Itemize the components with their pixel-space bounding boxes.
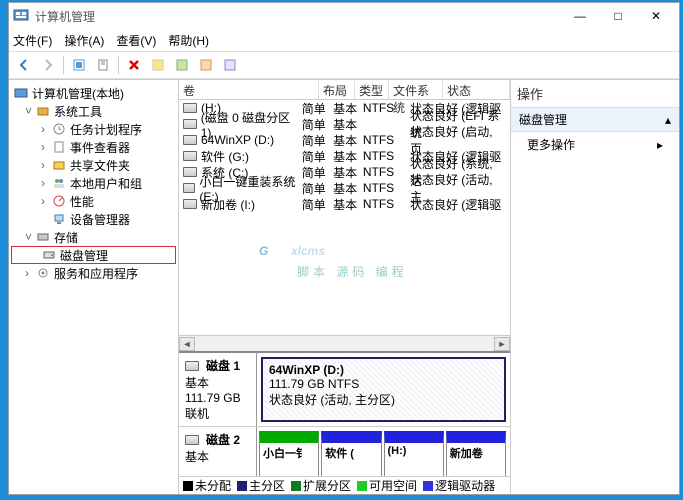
close-button[interactable]: ✕ xyxy=(637,3,675,29)
menubar: 文件(F) 操作(A) 查看(V) 帮助(H) xyxy=(9,29,679,51)
part-cell[interactable]: 软件 ( xyxy=(321,431,381,476)
actions-pane: 操作 磁盘管理▴ 更多操作▸ xyxy=(511,80,679,494)
refresh-button[interactable] xyxy=(92,54,114,76)
actions-header: 操作 xyxy=(511,80,679,108)
tree-storage[interactable]: ˅存储 xyxy=(11,228,176,246)
delete-icon[interactable] xyxy=(123,54,145,76)
tree-events[interactable]: ›事件查看器 xyxy=(11,138,176,156)
part-cell[interactable]: 小白一钅 xyxy=(259,431,319,476)
nav-tree: 计算机管理(本地) ˅系统工具 ›任务计划程序 ›事件查看器 ›共享文件夹 ›本… xyxy=(9,80,179,494)
forward-button[interactable] xyxy=(37,54,59,76)
help-icon[interactable] xyxy=(219,54,241,76)
legend: 未分配 主分区 扩展分区 可用空间 逻辑驱动器 xyxy=(179,476,510,494)
maximize-button[interactable]: □ xyxy=(599,3,637,29)
volume-row[interactable]: 新加卷 (I:)简单基本NTFS状态良好 (逻辑驱 xyxy=(179,196,510,212)
tree-devmgr[interactable]: 设备管理器 xyxy=(11,210,176,228)
col-layout[interactable]: 布局 xyxy=(319,80,355,99)
titlebar: 计算机管理 — □ ✕ xyxy=(9,3,679,29)
chevron-right-icon: ▸ xyxy=(657,138,663,152)
disk1-online: 联机 xyxy=(185,405,250,422)
col-status[interactable]: 状态 xyxy=(443,80,510,99)
col-volume[interactable]: 卷 xyxy=(179,80,319,99)
part-cell[interactable]: 新加卷 xyxy=(446,431,506,476)
menu-file[interactable]: 文件(F) xyxy=(13,32,52,49)
volume-icon xyxy=(183,151,197,161)
volume-icon xyxy=(183,119,197,129)
disk2-type: 基本 xyxy=(185,448,250,465)
prop3-icon[interactable] xyxy=(195,54,217,76)
center-pane: 卷 布局 类型 文件系统 状态 (H:)简单基本NTFS状态良好 (逻辑驱(磁盘… xyxy=(179,80,511,494)
volume-list: (H:)简单基本NTFS状态良好 (逻辑驱(磁盘 0 磁盘分区 1)简单基本状态… xyxy=(179,100,510,212)
graphical-view: 磁盘 1 基本 111.79 GB 联机 64WinXP (D:) 111.79… xyxy=(179,351,510,476)
disk-row-1: 磁盘 1 基本 111.79 GB 联机 64WinXP (D:) 111.79… xyxy=(179,353,510,427)
tree-root[interactable]: 计算机管理(本地) xyxy=(11,84,176,102)
actions-category[interactable]: 磁盘管理▴ xyxy=(511,108,679,132)
actions-more[interactable]: 更多操作▸ xyxy=(511,132,679,157)
part-cell[interactable]: (H:) xyxy=(384,431,444,476)
disk-row-2: 磁盘 2 基本 小白一钅 软件 ( (H:) 新加卷 xyxy=(179,427,510,476)
disk2-title: 磁盘 2 xyxy=(206,431,240,448)
tree-diskmgmt[interactable]: 磁盘管理 xyxy=(11,246,176,264)
minimize-button[interactable]: — xyxy=(561,3,599,29)
disk1-type: 基本 xyxy=(185,374,250,391)
collapse-icon: ▴ xyxy=(665,113,671,127)
tree-sched[interactable]: ›任务计划程序 xyxy=(11,120,176,138)
back-button[interactable] xyxy=(13,54,35,76)
scroll-left-icon[interactable]: ◄ xyxy=(179,337,195,351)
disk-icon xyxy=(185,361,199,371)
disk1-size: 111.79 GB xyxy=(185,391,250,405)
partition-d[interactable]: 64WinXP (D:) 111.79 GB NTFS 状态良好 (活动, 主分… xyxy=(261,357,506,422)
col-type[interactable]: 类型 xyxy=(355,80,389,99)
volume-icon xyxy=(183,199,197,209)
app-window: 计算机管理 — □ ✕ 文件(F) 操作(A) 查看(V) 帮助(H) 计算机管… xyxy=(8,2,680,495)
menu-help[interactable]: 帮助(H) xyxy=(168,32,209,49)
prop1-icon[interactable] xyxy=(147,54,169,76)
tree-shares[interactable]: ›共享文件夹 xyxy=(11,156,176,174)
volume-row[interactable]: 小白一键重装系统 (E:)简单基本NTFS状态良好 (活动, 主 xyxy=(179,180,510,196)
disk1-title: 磁盘 1 xyxy=(206,357,240,374)
volume-icon xyxy=(183,183,195,193)
volume-header: 卷 布局 类型 文件系统 状态 xyxy=(179,80,510,100)
tree-systools[interactable]: ˅系统工具 xyxy=(11,102,176,120)
menu-action[interactable]: 操作(A) xyxy=(64,32,104,49)
volume-row[interactable]: 64WinXP (D:)简单基本NTFS状态良好 (启动, 页 xyxy=(179,132,510,148)
toolbar xyxy=(9,51,679,79)
volume-icon xyxy=(183,135,197,145)
app-icon xyxy=(13,8,29,24)
col-fs[interactable]: 文件系统 xyxy=(389,80,443,99)
tree-services[interactable]: ›服务和应用程序 xyxy=(11,264,176,282)
menu-view[interactable]: 查看(V) xyxy=(116,32,156,49)
window-title: 计算机管理 xyxy=(35,8,561,25)
tree-perf[interactable]: ›性能 xyxy=(11,192,176,210)
prop2-icon[interactable] xyxy=(171,54,193,76)
scroll-right-icon[interactable]: ► xyxy=(494,337,510,351)
tree-users[interactable]: ›本地用户和组 xyxy=(11,174,176,192)
hscrollbar[interactable]: ◄ ► xyxy=(179,335,510,351)
up-button[interactable] xyxy=(68,54,90,76)
disk-icon xyxy=(185,435,199,445)
